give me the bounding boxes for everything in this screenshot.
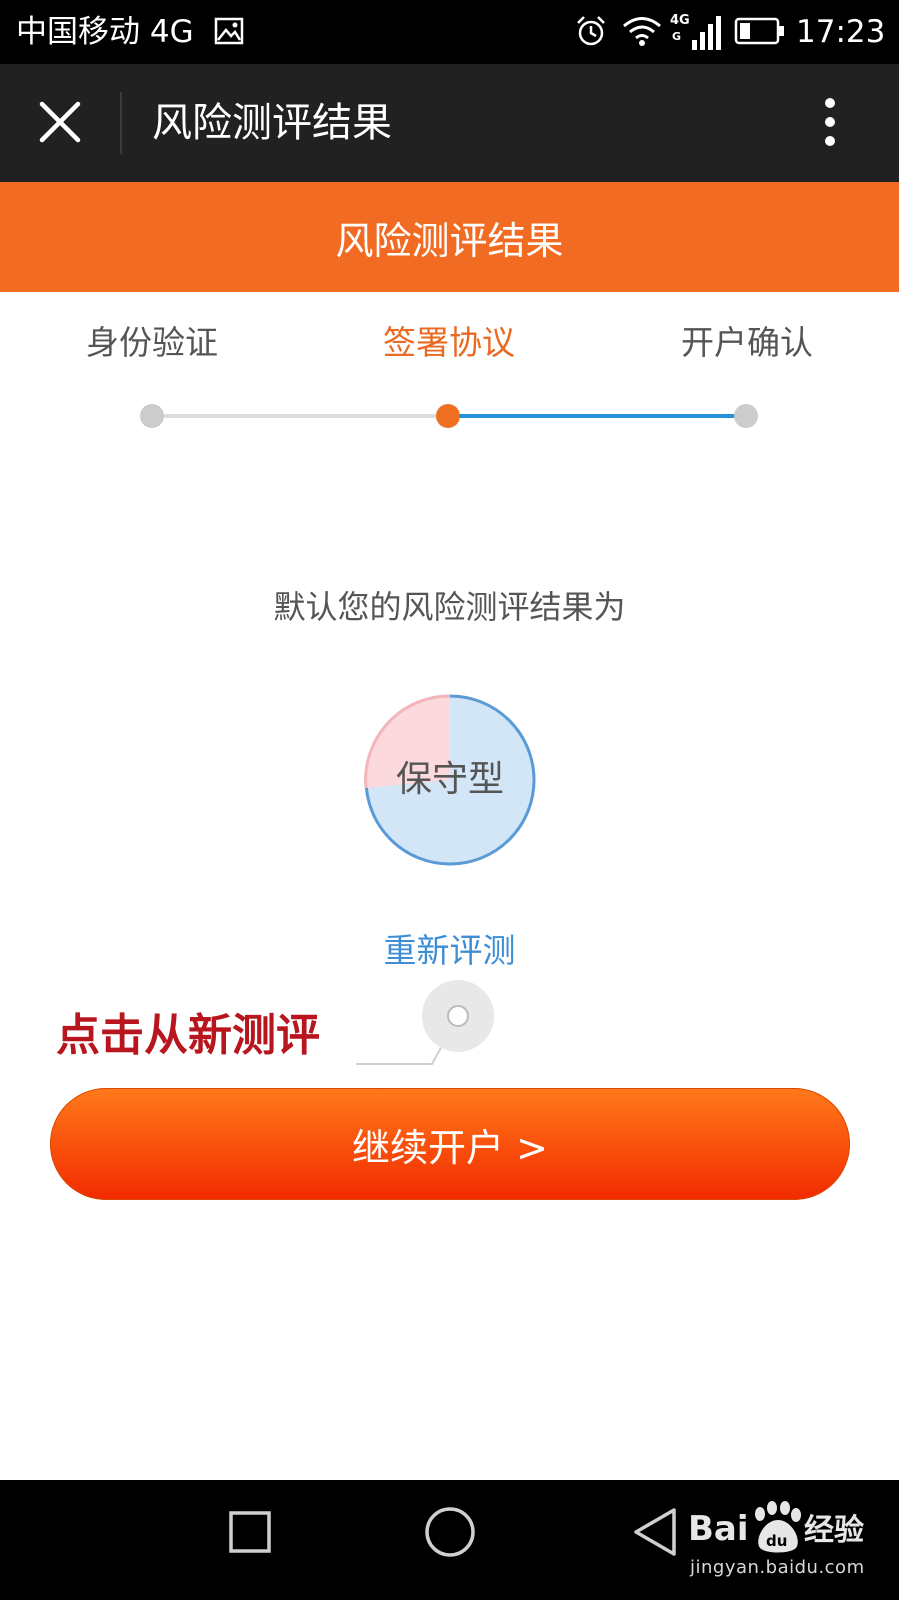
clock-time: 17:23 (796, 14, 886, 50)
section-header: 风险测评结果 (0, 182, 899, 292)
title-divider (120, 92, 122, 154)
recent-apps-icon[interactable] (226, 1508, 274, 1556)
section-header-title: 风险测评结果 (335, 218, 564, 263)
battery-icon (734, 17, 784, 45)
baidu-logo-icon: Bai du 经验 (688, 1501, 864, 1553)
svg-text:G: G (672, 30, 681, 43)
step-confirm: 开户确认 (681, 323, 813, 362)
image-icon (214, 17, 244, 45)
close-icon (39, 101, 81, 143)
annotation-pointer (356, 980, 494, 1065)
step-identity: 身份验证 (86, 323, 218, 362)
result-caption: 默认您的风险测评结果为 (273, 588, 626, 626)
home-icon[interactable] (422, 1504, 478, 1560)
baidu-jingyan-watermark: Bai du 经验 jingyan.baidu.com (686, 1494, 886, 1588)
progress-line-completed (152, 414, 448, 418)
step-agreement: 签署协议 (383, 323, 515, 362)
progress-line-remaining (448, 414, 746, 418)
signal-4g-icon: 4G G (670, 13, 721, 50)
svg-text:经验: 经验 (804, 1513, 864, 1548)
back-icon[interactable] (626, 1504, 682, 1560)
step-dot-identity (140, 404, 164, 428)
continue-button[interactable]: 继续开户 > (50, 1088, 850, 1200)
alarm-icon (577, 16, 605, 46)
carrier-label: 中国移动 4G (16, 14, 194, 50)
svg-text:du: du (766, 1532, 787, 1550)
svg-text:Bai: Bai (688, 1509, 749, 1549)
title-bar: 风险测评结果 (0, 64, 899, 182)
status-bar: 中国移动 4G 4G G 17:23 (0, 0, 899, 64)
svg-text:4G: 4G (670, 13, 690, 28)
step-dot-agreement (436, 404, 460, 428)
annotation-text: 点击从新测评 (56, 1010, 320, 1061)
continue-button-label: 继续开户 > (352, 1125, 548, 1170)
more-button[interactable] (800, 86, 860, 158)
step-dot-confirm (734, 404, 758, 428)
watermark-url: jingyan.baidu.com (690, 1557, 865, 1578)
risk-type-label: 保守型 (395, 759, 504, 800)
close-button[interactable] (24, 86, 96, 158)
wifi-icon (623, 17, 661, 46)
page-title: 风险测评结果 (152, 100, 392, 146)
more-vertical-icon (825, 98, 835, 146)
retest-link[interactable]: 重新评测 (0, 928, 899, 974)
